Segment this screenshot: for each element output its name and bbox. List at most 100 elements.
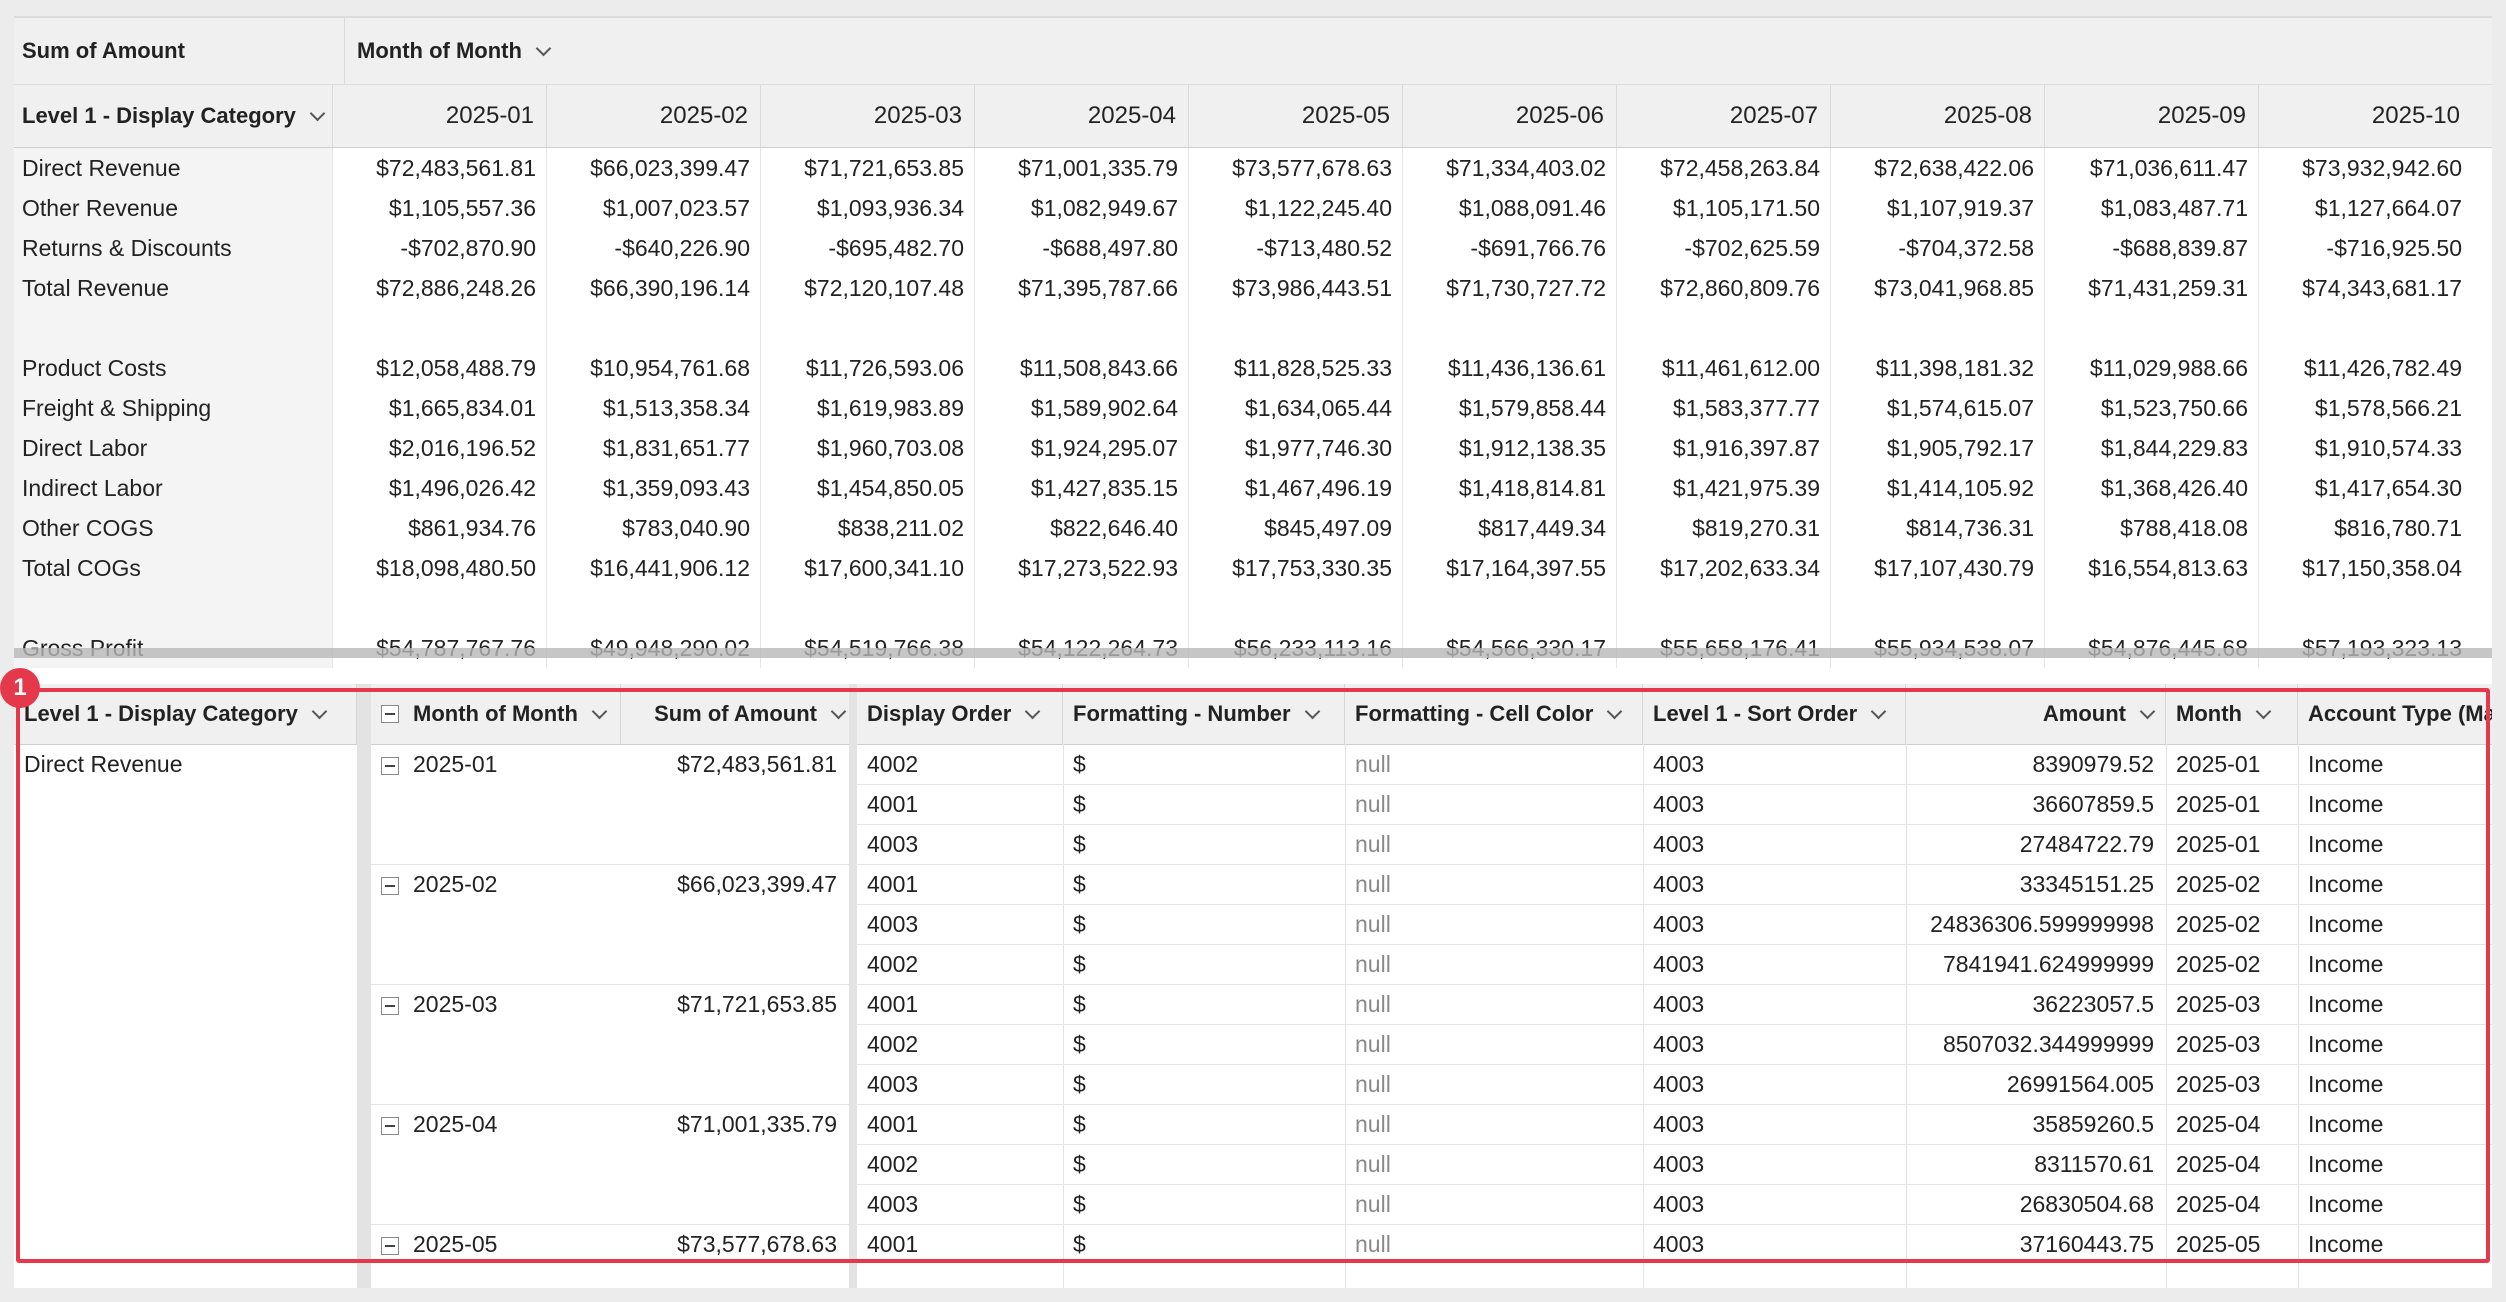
pivot-value-cell[interactable]: $11,508,843.66 bbox=[974, 348, 1188, 388]
formatting-cell-color-cell[interactable]: null bbox=[1345, 1024, 1643, 1064]
sort-order-cell[interactable]: 4003 bbox=[1643, 1064, 1906, 1104]
pivot-value-cell[interactable]: $1,583,377.77 bbox=[1616, 388, 1830, 428]
pivot-value-cell[interactable]: $1,578,566.21 bbox=[2258, 388, 2472, 428]
pivot-value-cell[interactable]: $17,273,522.93 bbox=[974, 548, 1188, 588]
chevron-down-icon[interactable] bbox=[309, 105, 326, 121]
pivot-value-cell[interactable]: $819,270.31 bbox=[1616, 508, 1830, 548]
pivot-value-cell[interactable]: $1,107,919.37 bbox=[1830, 188, 2044, 228]
formatting-number-cell[interactable]: $ bbox=[1063, 824, 1345, 864]
pivot-value-cell[interactable] bbox=[974, 308, 1188, 348]
pivot-value-cell[interactable]: $66,390,196.14 bbox=[546, 268, 760, 308]
pivot-value-cell[interactable]: $1,088,091.46 bbox=[1402, 188, 1616, 228]
group-sum-cell[interactable]: $71,721,653.85 bbox=[621, 984, 849, 1024]
amount-cell[interactable]: 8311570.61 bbox=[1906, 1144, 2166, 1184]
formatting-cell-color-cell[interactable]: null bbox=[1345, 904, 1643, 944]
display-order-header[interactable]: Display Order bbox=[857, 684, 1063, 744]
amount-cell[interactable]: 27484722.79 bbox=[1906, 824, 2166, 864]
amount-cell[interactable]: 8390979.52 bbox=[1906, 744, 2166, 784]
collapse-icon[interactable] bbox=[381, 996, 399, 1015]
formatting-number-cell[interactable]: $ bbox=[1063, 784, 1345, 824]
pivot-value-cell[interactable]: $1,427,835.15 bbox=[974, 468, 1188, 508]
group-sum-cell[interactable]: $73,577,678.63 bbox=[621, 1224, 849, 1264]
month-cell[interactable]: 2025-02 bbox=[2166, 904, 2298, 944]
pivot-value-cell[interactable]: $1,421,975.39 bbox=[1616, 468, 1830, 508]
formatting-cell-color-cell[interactable]: null bbox=[1345, 1224, 1643, 1264]
account-type-cell[interactable]: Income bbox=[2298, 984, 2492, 1024]
horizontal-scrollbar[interactable] bbox=[14, 648, 2492, 658]
amount-cell[interactable]: 33345151.25 bbox=[1906, 864, 2166, 904]
sort-order-cell[interactable]: 4003 bbox=[1643, 864, 1906, 904]
sort-order-cell[interactable]: 4003 bbox=[1643, 744, 1906, 784]
pivot-value-cell[interactable]: $66,023,399.47 bbox=[546, 148, 760, 188]
sort-order-cell[interactable]: 4003 bbox=[1643, 1144, 1906, 1184]
collapse-icon[interactable] bbox=[381, 1236, 399, 1255]
pivot-value-cell[interactable]: $11,436,136.61 bbox=[1402, 348, 1616, 388]
formatting-number-cell[interactable]: $ bbox=[1063, 744, 1345, 784]
amount-cell[interactable]: 8507032.344999999 bbox=[1906, 1024, 2166, 1064]
pivot-value-cell[interactable]: $16,441,906.12 bbox=[546, 548, 760, 588]
pivot-value-cell[interactable]: $816,780.71 bbox=[2258, 508, 2472, 548]
sort-order-cell[interactable]: 4003 bbox=[1643, 1104, 1906, 1144]
account-type-cell[interactable]: Income bbox=[2298, 1064, 2492, 1104]
formatting-number-cell[interactable]: $ bbox=[1063, 1224, 1345, 1264]
display-order-cell[interactable]: 4003 bbox=[857, 824, 1063, 864]
formatting-number-cell[interactable]: $ bbox=[1063, 1104, 1345, 1144]
month-cell[interactable]: 2025-01 bbox=[2166, 784, 2298, 824]
pivot-value-cell[interactable] bbox=[1616, 308, 1830, 348]
display-order-cell[interactable]: 4003 bbox=[857, 904, 1063, 944]
month-cell[interactable]: 2025-03 bbox=[2166, 1024, 2298, 1064]
group-sum-cell[interactable]: $66,023,399.47 bbox=[621, 864, 849, 904]
month-cell[interactable]: 2025-04 bbox=[2166, 1184, 2298, 1224]
pivot-value-cell[interactable] bbox=[332, 308, 546, 348]
pivot-value-cell[interactable]: -$688,497.80 bbox=[974, 228, 1188, 268]
pivot-value-cell[interactable]: $17,753,330.35 bbox=[1188, 548, 1402, 588]
formatting-cell-color-cell[interactable]: null bbox=[1345, 744, 1643, 784]
month-column-header[interactable]: 2025-02 bbox=[546, 85, 760, 147]
pivot-value-cell[interactable]: $1,417,654.30 bbox=[2258, 468, 2472, 508]
category-group-cell[interactable]: Direct Revenue bbox=[14, 744, 357, 784]
pivot-value-cell[interactable]: $2,016,196.52 bbox=[332, 428, 546, 468]
pivot-row-label[interactable]: Indirect Labor bbox=[22, 468, 163, 508]
account-type-cell[interactable]: Income bbox=[2298, 1184, 2492, 1224]
pivot-value-cell[interactable] bbox=[1830, 308, 2044, 348]
chevron-down-icon[interactable] bbox=[830, 703, 847, 719]
pivot-value-cell[interactable]: $1,960,703.08 bbox=[760, 428, 974, 468]
amount-cell[interactable]: 35859260.5 bbox=[1906, 1104, 2166, 1144]
pivot-value-cell[interactable]: $71,036,611.47 bbox=[2044, 148, 2258, 188]
pivot-row-label[interactable]: Product Costs bbox=[22, 348, 166, 388]
formatting-cell-color-cell[interactable]: null bbox=[1345, 944, 1643, 984]
formatting-cell-color-cell[interactable]: null bbox=[1345, 1064, 1643, 1104]
pivot-value-cell[interactable]: $1,513,358.34 bbox=[546, 388, 760, 428]
account-type-header[interactable]: Account Type (Man bbox=[2298, 684, 2492, 744]
pivot-value-cell[interactable]: $11,029,988.66 bbox=[2044, 348, 2258, 388]
pivot-value-cell[interactable]: $72,120,107.48 bbox=[760, 268, 974, 308]
pivot-value-cell[interactable] bbox=[1188, 308, 1402, 348]
pivot-value-cell[interactable]: $71,001,335.79 bbox=[974, 148, 1188, 188]
pivot-value-cell[interactable]: $1,977,746.30 bbox=[1188, 428, 1402, 468]
display-category-header[interactable]: Level 1 - Display Category bbox=[14, 684, 357, 744]
pivot-value-cell[interactable]: -$716,925.50 bbox=[2258, 228, 2472, 268]
sort-order-cell[interactable]: 4003 bbox=[1643, 784, 1906, 824]
pivot-value-cell[interactable] bbox=[760, 308, 974, 348]
sort-order-cell[interactable]: 4003 bbox=[1643, 824, 1906, 864]
month-group-cell[interactable]: 2025-04 bbox=[371, 1104, 621, 1144]
account-type-cell[interactable]: Income bbox=[2298, 864, 2492, 904]
pivot-value-cell[interactable]: $11,398,181.32 bbox=[1830, 348, 2044, 388]
column-field-header[interactable]: Month of Month bbox=[344, 18, 744, 84]
month-cell[interactable]: 2025-03 bbox=[2166, 1064, 2298, 1104]
pivot-value-cell[interactable]: $1,496,026.42 bbox=[332, 468, 546, 508]
formatting-cell-color-cell[interactable]: null bbox=[1345, 864, 1643, 904]
pivot-row-label[interactable]: Direct Labor bbox=[22, 428, 147, 468]
month-cell[interactable]: 2025-03 bbox=[2166, 984, 2298, 1024]
display-order-cell[interactable]: 4001 bbox=[857, 864, 1063, 904]
pivot-value-cell[interactable] bbox=[332, 588, 546, 628]
formatting-number-cell[interactable]: $ bbox=[1063, 944, 1345, 984]
month-group-cell[interactable]: 2025-02 bbox=[371, 864, 621, 904]
pivot-value-cell[interactable] bbox=[1616, 588, 1830, 628]
pivot-value-cell[interactable]: $788,418.08 bbox=[2044, 508, 2258, 548]
pivot-value-cell[interactable]: $16,554,813.63 bbox=[2044, 548, 2258, 588]
pivot-value-cell[interactable]: $72,458,263.84 bbox=[1616, 148, 1830, 188]
month-cell[interactable]: 2025-02 bbox=[2166, 944, 2298, 984]
pivot-value-cell[interactable]: $73,041,968.85 bbox=[1830, 268, 2044, 308]
formatting-cell-color-cell[interactable]: null bbox=[1345, 1104, 1643, 1144]
